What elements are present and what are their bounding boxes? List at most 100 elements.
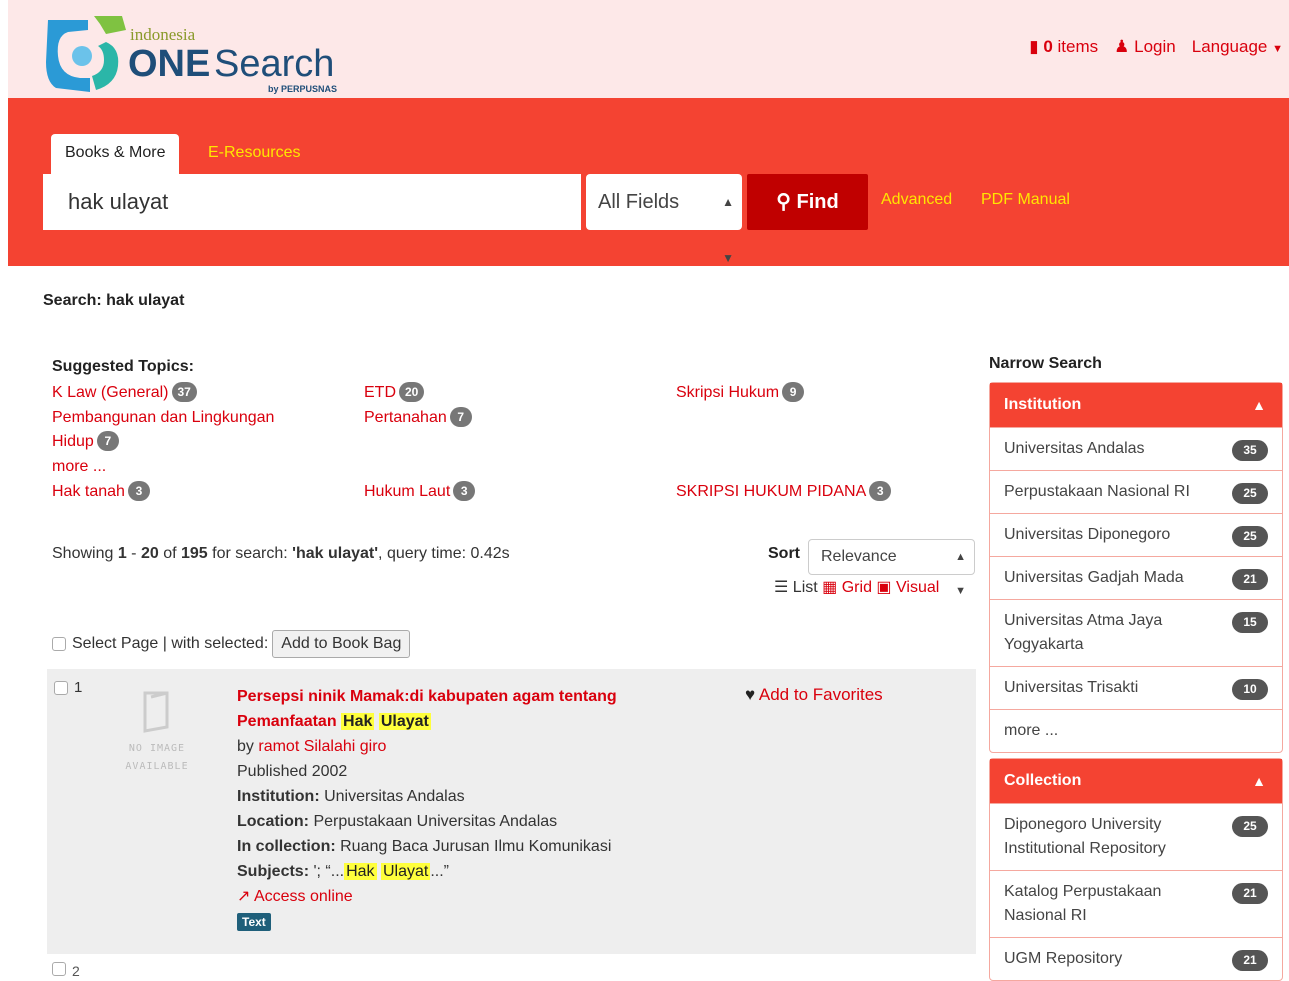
tab-books-more[interactable]: Books & More xyxy=(51,134,180,174)
pdf-manual-link[interactable]: PDF Manual xyxy=(981,191,1070,209)
book-placeholder-icon xyxy=(143,691,169,733)
view-list[interactable]: ☰ List xyxy=(774,579,818,596)
facet-more-link[interactable]: more ... xyxy=(990,709,1282,752)
no-image-line2: AVAILABLE xyxy=(125,761,189,772)
onesearch-logo[interactable]: indonesia ONE Search by PERPUSNAS xyxy=(46,12,346,94)
search-input[interactable] xyxy=(43,174,581,230)
topic-label: Pembangunan dan Lingkungan Hidup xyxy=(52,409,275,450)
topic-link[interactable]: Hak tanah 3 xyxy=(52,480,150,504)
result-author-line: by ramot Silalahi giro xyxy=(237,734,697,759)
topic-link[interactable]: Skripsi Hukum 9 xyxy=(676,381,805,405)
facet-label: Perpustakaan Nasional RI xyxy=(1004,483,1190,500)
topic-link[interactable]: K Law (General) 37 xyxy=(52,381,197,405)
highlight: Hak xyxy=(344,863,377,880)
topic-link[interactable]: SKRIPSI HUKUM PIDANA 3 xyxy=(676,480,892,504)
result-number: 2 xyxy=(52,962,80,979)
facet-item[interactable]: UGM Repository 21 xyxy=(990,937,1282,980)
result-checkbox[interactable] xyxy=(54,680,68,695)
facet-label: Universitas Andalas xyxy=(1004,440,1145,457)
facet-item[interactable]: Universitas Diponegoro 25 xyxy=(990,513,1282,556)
summary-total: 195 xyxy=(180,545,208,562)
external-link-icon: ↗ xyxy=(237,888,251,905)
tab-e-resources[interactable]: E-Resources xyxy=(194,134,314,174)
login-link[interactable]: ♟ Login xyxy=(1114,37,1176,57)
topic-count: 9 xyxy=(782,382,805,402)
author-link[interactable]: ramot Silalahi giro xyxy=(258,738,386,755)
facet-item[interactable]: Diponegoro University Institutional Repo… xyxy=(990,803,1282,870)
select-page-checkbox[interactable] xyxy=(52,637,66,651)
facet-header[interactable]: Institution ▲ xyxy=(990,383,1282,427)
narrow-search-title: Narrow Search xyxy=(989,355,1102,372)
facet-label: Universitas Gadjah Mada xyxy=(1004,569,1184,586)
topic-link[interactable]: Hukum Laut 3 xyxy=(364,480,476,504)
facet-label: Katalog Perpustakaan Nasional RI xyxy=(1004,883,1162,924)
highlight: Ulayat xyxy=(378,713,431,730)
sort-select[interactable]: Relevance ▲ ▼ xyxy=(808,539,975,597)
facet-label: UGM Repository xyxy=(1004,950,1123,967)
find-button[interactable]: ⚲ Find xyxy=(747,174,868,230)
summary-of: of xyxy=(158,545,181,562)
no-image-thumbnail: NO IMAGE AVAILABLE xyxy=(117,689,197,776)
select-page-label: Select Page | with selected: xyxy=(72,635,269,652)
topic-label: SKRIPSI HUKUM PIDANA xyxy=(676,483,867,500)
facet-label: Diponegoro University Institutional Repo… xyxy=(1004,816,1166,857)
summary-start: 1 xyxy=(117,545,127,562)
collection-line: In collection: Ruang Baca Jurusan Ilmu K… xyxy=(237,834,697,859)
topic-label: ETD xyxy=(364,384,396,401)
items-label: items xyxy=(1057,37,1099,56)
facet-item[interactable]: Universitas Andalas 35 xyxy=(990,427,1282,470)
user-icon: ♟ xyxy=(1114,37,1130,56)
facet-count: 21 xyxy=(1232,950,1268,971)
select-arrows-icon: ▲ ▼ xyxy=(722,195,734,265)
book-bag-link[interactable]: ▮ 0 items xyxy=(1029,37,1098,57)
facet-header[interactable]: Collection ▲ xyxy=(990,759,1282,803)
top-nav: ▮ 0 items ♟ Login Language ▼ xyxy=(1029,37,1283,57)
topic-label: Hukum Laut xyxy=(364,483,451,500)
facet-count: 25 xyxy=(1232,526,1268,547)
topic-label: K Law (General) xyxy=(52,384,169,401)
sort-label: Sort xyxy=(768,545,800,562)
grid-icon: ▦ xyxy=(822,579,838,596)
access-online-link[interactable]: ↗ Access online xyxy=(237,888,353,905)
sort-value: Relevance xyxy=(821,548,897,565)
field-value: Ruang Baca Jurusan Ilmu Komunikasi xyxy=(340,838,612,855)
search-field-select[interactable]: All Fields ▲ ▼ xyxy=(586,174,742,265)
result-title-link[interactable]: Persepsi ninik Mamak:di kabupaten agam t… xyxy=(237,688,617,730)
topic-count: 3 xyxy=(127,481,150,501)
topics-more-link[interactable]: more ... xyxy=(52,455,106,479)
facet-item[interactable]: Katalog Perpustakaan Nasional RI 21 xyxy=(990,870,1282,937)
breadcrumb: Search: hak ulayat xyxy=(43,292,185,309)
highlight: Ulayat xyxy=(380,863,431,880)
facet-count: 25 xyxy=(1232,816,1268,837)
view-visual[interactable]: ▣ Visual xyxy=(876,579,939,596)
field-value: Perpustakaan Universitas Andalas xyxy=(313,813,558,830)
topic-link[interactable]: Pertanahan 7 xyxy=(364,406,472,430)
language-dropdown[interactable]: Language ▼ xyxy=(1192,37,1283,57)
collapse-icon: ▲ xyxy=(1252,773,1266,789)
institution-line: Institution: Universitas Andalas xyxy=(237,784,697,809)
facet-item[interactable]: Perpustakaan Nasional RI 25 xyxy=(990,470,1282,513)
summary-for: for search: xyxy=(207,545,293,562)
topic-link[interactable]: ETD 20 xyxy=(364,381,425,405)
facet-item[interactable]: Universitas Gadjah Mada 21 xyxy=(990,556,1282,599)
collapse-icon: ▲ xyxy=(1252,397,1266,413)
topic-label: Pertanahan xyxy=(364,409,447,426)
view-grid[interactable]: ▦ Grid xyxy=(822,579,872,596)
facet-item[interactable]: Universitas Trisakti 10 xyxy=(990,666,1282,709)
add-to-favorites-link[interactable]: ♥ Add to Favorites xyxy=(745,685,883,705)
add-to-book-bag-button[interactable]: Add to Book Bag xyxy=(272,630,411,658)
facet-label: Universitas Trisakti xyxy=(1004,679,1139,696)
facet-count: 10 xyxy=(1232,679,1268,700)
logo-search-text: Search xyxy=(214,43,334,85)
topic-link[interactable]: Pembangunan dan Lingkungan Hidup 7 xyxy=(52,406,312,454)
result-checkbox[interactable] xyxy=(52,962,66,976)
view-visual-label: Visual xyxy=(896,579,940,596)
site-header: indonesia ONE Search by PERPUSNAS ▮ 0 it… xyxy=(8,0,1289,98)
logo-by-text: by PERPUSNAS xyxy=(268,84,337,94)
facet-item[interactable]: Universitas Atma Jaya Yogyakarta 15 xyxy=(990,599,1282,666)
summary-prefix: Showing xyxy=(52,545,118,562)
film-icon: ▣ xyxy=(876,579,892,596)
advanced-link[interactable]: Advanced xyxy=(881,191,952,209)
caret-down-icon: ▼ xyxy=(1272,43,1283,55)
facet-count: 21 xyxy=(1232,883,1268,904)
